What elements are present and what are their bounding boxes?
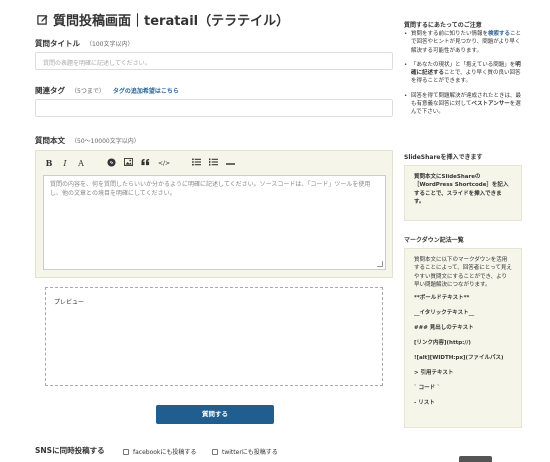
markdown-item: ![alt][WIDTH:px](ファイルパス) [414, 355, 504, 362]
slideshare-title: SlideShareを挿入できます [404, 154, 483, 161]
tip-item: 質問をする前に知りたい情報を検索することで回答やヒントが見つかり、問題がより早く… [404, 30, 522, 55]
tips-list: 質問をする前に知りたい情報を検索することで回答やヒントが見つかり、問題がより早く… [404, 30, 522, 123]
title-note: （100文字以内） [86, 41, 134, 48]
scroll-top-button[interactable] [459, 456, 492, 462]
page-title-text: 質問投稿画面｜teratail（テラテイル） [53, 14, 290, 29]
body-note: （50〜10000文字以内） [71, 138, 140, 145]
horizontal-rule-icon [226, 159, 236, 168]
title-label: 質問タイトル （100文字以内） [35, 38, 133, 49]
body-label: 質問本文 （50〜10000文字以内） [35, 135, 140, 146]
body-placeholder: 質問の内容を、何を質問したらいいか分かるように明確に記述してください。ソースコー… [50, 181, 371, 197]
markdown-item: > 引用テキスト [414, 370, 454, 377]
code-button[interactable]: </> [158, 157, 170, 169]
edit-icon [37, 14, 48, 25]
facebook-label: facebookにも投稿する [133, 449, 197, 456]
tags-label-text: 関連タグ [35, 86, 65, 95]
image-icon [124, 158, 133, 168]
resize-handle[interactable] [377, 261, 383, 267]
twitter-label: twitterにも投稿する [222, 449, 278, 456]
link-button[interactable] [107, 157, 116, 169]
heading-button[interactable]: A [77, 157, 85, 169]
editor-toolbar: B I A </> [45, 157, 236, 169]
markdown-item: [リンク内容](http://) [414, 340, 471, 347]
sns-label: SNSに同時投稿する [35, 446, 105, 455]
image-button[interactable] [124, 157, 133, 169]
link-icon [107, 157, 116, 169]
tip-item: 回答を得て問題解決が達成されたときは、最も有意義な回答に対してベストアンサーを選… [404, 92, 522, 117]
slideshare-text: 質問本文にSlideShareの［WordPress Shortcode］を記入… [414, 174, 509, 205]
markdown-item: ` コード ` [414, 385, 440, 392]
markdown-item: - リスト [414, 400, 435, 407]
search-link[interactable]: 検索する [488, 31, 510, 37]
facebook-checkbox[interactable] [123, 448, 129, 455]
title-input[interactable]: 質問の表題を明確に記述してください。 [35, 52, 393, 70]
bold-button[interactable]: B [45, 157, 53, 169]
twitter-checkbox[interactable] [212, 448, 218, 455]
facebook-option[interactable]: facebookにも投稿する [123, 447, 196, 456]
markdown-title: マークダウン記法一覧 [404, 237, 464, 244]
twitter-option[interactable]: twitterにも投稿する [212, 447, 278, 456]
quote-button[interactable] [141, 157, 150, 169]
markdown-item: __イタリックテキスト__ [414, 310, 475, 317]
italic-button[interactable]: I [61, 157, 69, 169]
submit-button[interactable]: 質問する [156, 405, 274, 424]
markdown-item: **ボールドテキスト** [414, 295, 470, 302]
preview-panel: プレビュー [45, 287, 383, 386]
tags-label: 関連タグ （5つまで） タグの追加希望はこちら [35, 85, 179, 96]
tags-input[interactable] [35, 99, 393, 117]
bullet-list-icon [192, 158, 202, 168]
body-textarea[interactable]: 質問の内容を、何を質問したらいいか分かるように明確に記述してください。ソースコー… [43, 175, 386, 270]
markdown-item: ### 見出しのテキスト [414, 325, 474, 332]
slideshare-box: 質問本文にSlideShareの［WordPress Shortcode］を記入… [404, 165, 522, 221]
title-label-text: 質問タイトル [35, 39, 80, 48]
tip-item: 「あなたの現状」と「抱えている問題」を明確に記述することで、より早く質の良い回答… [404, 61, 522, 86]
horizontal-rule-button[interactable] [226, 157, 236, 169]
page-title: 質問投稿画面｜teratail（テラテイル） [37, 10, 289, 29]
tags-request-link[interactable]: タグの追加希望はこちら [113, 88, 179, 95]
preview-label: プレビュー [54, 299, 85, 306]
body-editor: B I A </> 質問の内容を、何を質問したらいいか分かるように明確に記述して… [35, 150, 393, 278]
tags-note: （5つまで） [71, 88, 105, 95]
numbered-list-icon [209, 158, 219, 168]
markdown-box: 質問本文に以下のマークダウンを活用することによって、回答者にとって見えやすい質問… [404, 248, 522, 428]
bullet-list-button[interactable] [192, 157, 202, 169]
numbered-list-button[interactable] [209, 157, 219, 169]
markdown-intro: 質問本文に以下のマークダウンを活用することによって、回答者にとって見えやすい質問… [414, 257, 512, 288]
body-label-text: 質問本文 [35, 136, 65, 145]
tips-title: 質問するにあたってのご注意 [404, 22, 482, 29]
quote-icon [141, 158, 150, 168]
